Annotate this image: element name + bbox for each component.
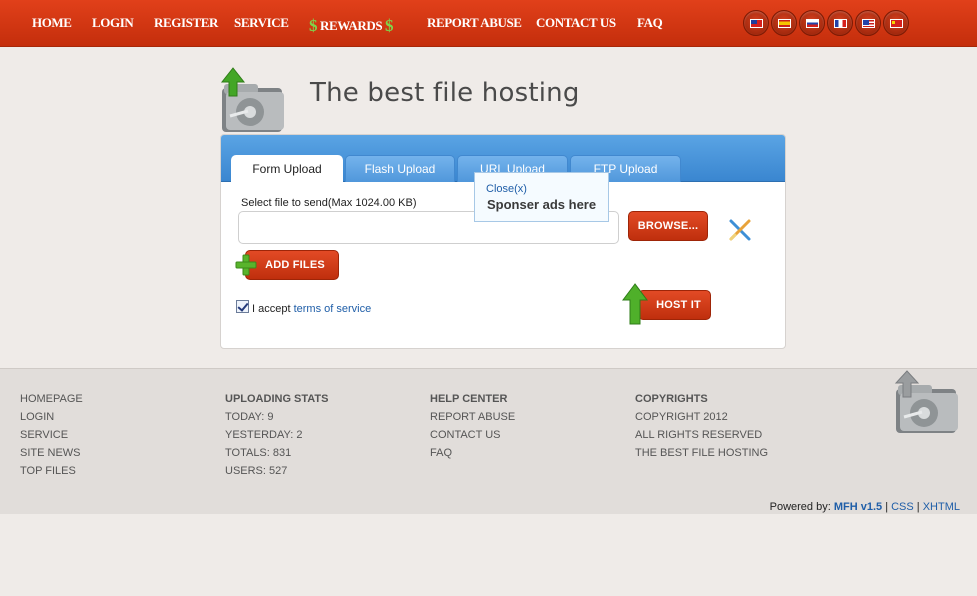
popup-close-link[interactable]: Close(x): [486, 183, 527, 195]
sponsor-ad-popup: Close(x) Sponser ads here: [474, 172, 609, 222]
accept-terms-text: I accept terms of service: [252, 303, 371, 315]
powered-by-label: Powered by:: [769, 501, 831, 513]
nav-login[interactable]: LOGIN: [92, 15, 134, 33]
browse-button[interactable]: BROWSE...: [628, 211, 708, 241]
footer-nav-column: HOMEPAGE LOGIN SERVICE SITE NEWS TOP FIL…: [20, 393, 83, 483]
copyright-rights: ALL RIGHTS RESERVED: [635, 429, 763, 441]
stats-totals: TOTALS: 831: [225, 447, 292, 459]
nav-contact-us[interactable]: CONTACT US: [536, 15, 616, 33]
popup-ad-text: Sponser ads here: [487, 197, 597, 212]
clear-icon[interactable]: [728, 218, 752, 242]
mfh-link[interactable]: MFH v1.5: [834, 501, 882, 513]
china-flag-icon[interactable]: [883, 10, 909, 36]
footer-copyright-column: COPYRIGHTS COPYRIGHT 2012 ALL RIGHTS RES…: [635, 393, 768, 465]
copyright-year: COPYRIGHT 2012: [635, 411, 728, 423]
footer-link-faq[interactable]: FAQ: [430, 447, 515, 465]
copyright-site-name: THE BEST FILE HOSTING: [635, 447, 769, 459]
upload-panel: Form Upload Flash Upload URL Upload FTP …: [220, 134, 786, 349]
nav-service[interactable]: SERVICE: [234, 15, 289, 33]
footer-link-service[interactable]: SERVICE: [20, 429, 83, 447]
footer-logo: [894, 369, 960, 435]
plus-icon: [235, 254, 257, 276]
copyright-heading: COPYRIGHTS: [635, 393, 708, 405]
css-link[interactable]: CSS: [891, 501, 914, 513]
dollar-icon: $: [385, 16, 394, 35]
stats-today: TODAY: 9: [225, 411, 274, 423]
accept-label: I accept: [252, 303, 291, 315]
russia-flag-icon[interactable]: [799, 10, 825, 36]
footer: HOMEPAGE LOGIN SERVICE SITE NEWS TOP FIL…: [0, 368, 977, 514]
help-heading: HELP CENTER: [430, 393, 508, 405]
powered-by: Powered by: MFH v1.5 | CSS | XHTML: [770, 501, 960, 513]
top-nav: HOME LOGIN REGISTER SERVICE $ REWARDS $ …: [0, 0, 977, 47]
france-flag-icon[interactable]: [827, 10, 853, 36]
stats-yesterday: YESTERDAY: 2: [225, 429, 303, 441]
footer-link-report-abuse[interactable]: REPORT ABUSE: [430, 411, 515, 429]
separator: |: [916, 501, 920, 513]
accept-terms-checkbox[interactable]: [236, 300, 249, 313]
stats-users: USERS: 527: [225, 465, 288, 477]
nav-register[interactable]: REGISTER: [154, 15, 218, 33]
terms-of-service-link[interactable]: terms of service: [294, 303, 372, 315]
nav-home[interactable]: HOME: [32, 15, 72, 33]
footer-link-login[interactable]: LOGIN: [20, 411, 83, 429]
add-files-button[interactable]: ADD FILES: [245, 250, 339, 280]
nav-report-abuse[interactable]: REPORT ABUSE: [427, 15, 522, 33]
dollar-icon: $: [309, 16, 318, 35]
host-it-button[interactable]: HOST IT: [638, 290, 711, 320]
nav-faq[interactable]: FAQ: [637, 15, 663, 33]
upload-arrow-icon: [622, 283, 648, 325]
footer-link-homepage[interactable]: HOMEPAGE: [20, 393, 83, 411]
tab-form-upload[interactable]: Form Upload: [231, 155, 343, 182]
site-logo: [220, 66, 286, 134]
tab-flash-upload[interactable]: Flash Upload: [345, 155, 455, 182]
footer-link-site-news[interactable]: SITE NEWS: [20, 447, 83, 465]
taiwan-flag-icon[interactable]: [743, 10, 769, 36]
usa-flag-icon[interactable]: [855, 10, 881, 36]
page-title: The best file hosting: [310, 78, 580, 108]
stats-heading: UPLOADING STATS: [225, 393, 329, 405]
spain-flag-icon[interactable]: [771, 10, 797, 36]
nav-rewards[interactable]: $ REWARDS $: [309, 15, 394, 35]
separator: |: [885, 501, 889, 513]
xhtml-link[interactable]: XHTML: [923, 501, 960, 513]
footer-link-contact-us[interactable]: CONTACT US: [430, 429, 515, 447]
footer-help-column: HELP CENTER REPORT ABUSE CONTACT US FAQ: [430, 393, 515, 465]
file-select-label: Select file to send(Max 1024.00 KB): [241, 197, 417, 209]
nav-rewards-label: REWARDS: [319, 18, 383, 33]
footer-stats-column: UPLOADING STATS TODAY: 9 YESTERDAY: 2 TO…: [225, 393, 328, 483]
footer-link-top-files[interactable]: TOP FILES: [20, 465, 83, 483]
